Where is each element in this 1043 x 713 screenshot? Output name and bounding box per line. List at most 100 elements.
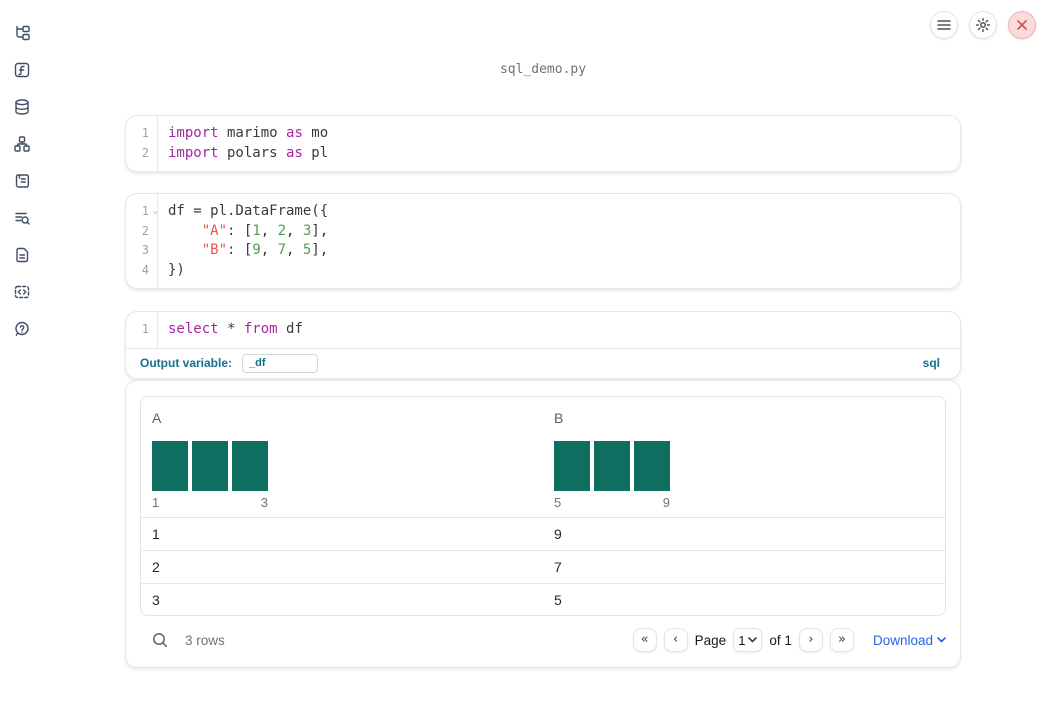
code-line[interactable]: }): [168, 261, 960, 281]
sidebar-item-documentation[interactable]: [13, 246, 31, 264]
sidebar-item-dependencies[interactable]: [13, 135, 31, 153]
notebook: 12 import marimo as mo import polars as p…: [125, 115, 961, 668]
axis-min-label: 1: [152, 494, 160, 510]
language-badge: sql: [922, 356, 940, 370]
output-variable-label: Output variable:: [140, 356, 233, 370]
column-histogram: 13: [152, 440, 268, 510]
last-page-button[interactable]: »: [829, 628, 854, 652]
line-number: 1 ⌄: [126, 202, 158, 222]
file-tree-icon: [16, 25, 30, 41]
table-cell: 1: [152, 525, 160, 542]
notebook-filename: sql_demo.py: [499, 62, 587, 77]
line-number: 3: [141, 243, 149, 257]
search-button[interactable]: [151, 631, 169, 649]
logs-search-icon: [15, 212, 30, 225]
histogram-bar[interactable]: [232, 440, 268, 491]
code-editor[interactable]: select * from df: [158, 312, 960, 348]
dependency-graph-icon: [14, 136, 30, 152]
sidebar-item-help[interactable]: [13, 320, 31, 338]
next-page-icon: ›: [808, 631, 814, 647]
chevron-down-icon: [937, 637, 946, 643]
prev-page-button[interactable]: ‹: [663, 628, 688, 652]
code-line[interactable]: df = pl.DataFrame({: [168, 202, 960, 222]
sidebar-item-file-explorer[interactable]: [13, 24, 31, 42]
search-icon: [153, 633, 167, 647]
axis-max-label: 9: [662, 494, 670, 510]
table-cell: 7: [554, 558, 562, 575]
prev-page-icon: ‹: [673, 631, 679, 647]
code-editor[interactable]: import marimo as mo import polars as pl: [158, 116, 960, 171]
sidebar-item-datasources[interactable]: [13, 98, 31, 116]
histogram-bars: [152, 440, 268, 491]
code-cell-imports[interactable]: 12 import marimo as mo import polars as p…: [125, 115, 961, 172]
download-button[interactable]: Download: [873, 633, 946, 648]
table-row[interactable]: 35: [141, 584, 945, 615]
window-controls: [930, 11, 1036, 39]
row-count-label: 3 rows: [185, 632, 225, 648]
code-line[interactable]: import marimo as mo: [168, 124, 960, 144]
help-icon: [15, 321, 29, 336]
table-cell: 9: [554, 525, 562, 542]
line-number: 1: [141, 322, 149, 336]
code-line[interactable]: "B": [9, 7, 5],: [168, 241, 960, 261]
first-page-icon: «: [640, 631, 649, 647]
axis-max-label: 3: [260, 494, 268, 510]
histogram-bar[interactable]: [554, 440, 590, 491]
histogram-bar[interactable]: [634, 440, 670, 491]
code-line[interactable]: "A": [1, 2, 3],: [168, 222, 960, 242]
gear-icon: [975, 17, 991, 33]
sql-cell-footer: Output variable: sql: [126, 349, 960, 378]
page-select[interactable]: 1: [733, 628, 763, 652]
page-select-value: 1: [738, 632, 746, 648]
chevron-down-icon: [748, 637, 758, 643]
document-icon: [16, 247, 29, 263]
function-icon: [14, 62, 30, 78]
code-snippets-icon: [14, 285, 30, 299]
code-editor[interactable]: df = pl.DataFrame({ "A": [1, 2, 3], "B":…: [158, 194, 960, 288]
fold-chevron-icon[interactable]: ⌄: [153, 202, 158, 222]
line-number-gutter: 12: [126, 116, 158, 171]
dataframe-table: A13B59 192735: [140, 395, 946, 616]
histogram-bar[interactable]: [192, 440, 228, 491]
table-column-header[interactable]: A13: [141, 410, 543, 517]
histogram-bar[interactable]: [594, 440, 630, 491]
histogram-bar[interactable]: [152, 440, 188, 491]
pagination: « ‹ Page 1 of 1 › » Download: [632, 628, 946, 652]
table-cell: 5: [554, 592, 562, 608]
axis-min-label: 5: [554, 494, 562, 510]
table-footer: 3 rows « ‹ Page 1 of 1 › » Download: [140, 622, 946, 659]
code-line[interactable]: import polars as pl: [168, 144, 960, 164]
column-histogram: 59: [554, 440, 670, 510]
sidebar-item-scratchpad[interactable]: [13, 172, 31, 190]
last-page-icon: »: [837, 631, 846, 647]
table-body: 192735: [141, 518, 945, 615]
line-number: 4: [141, 262, 149, 277]
first-page-button[interactable]: «: [632, 628, 657, 652]
table-cell: 2: [152, 558, 160, 575]
close-button[interactable]: [1008, 11, 1036, 39]
code-line[interactable]: select * from df: [168, 320, 960, 340]
sql-output-panel: A13B59 192735 3 rows « ‹ Page 1 of 1 › »…: [125, 379, 961, 668]
menu-button[interactable]: [930, 11, 958, 39]
sidebar-item-functions[interactable]: [13, 61, 31, 79]
code-cell-dataframe[interactable]: 1 ⌄ 2 3 4 df = pl.DataFrame({ "A": [1, 2, 3]…: [125, 193, 961, 289]
line-number: 2: [141, 223, 149, 238]
sql-cell[interactable]: 1 select * from df Output variable: sql: [125, 311, 961, 379]
column-name: B: [554, 409, 564, 426]
line-number: 1: [141, 126, 149, 140]
histogram-axis: 59: [554, 495, 670, 510]
line-number: 2: [141, 145, 149, 160]
table-header-row: A13B59: [141, 397, 945, 518]
next-page-button[interactable]: ›: [798, 628, 823, 652]
table-row[interactable]: 27: [141, 551, 945, 584]
table-cell: 3: [152, 592, 160, 608]
sidebar-item-logs[interactable]: [13, 209, 31, 227]
table-column-header[interactable]: B59: [543, 410, 945, 517]
table-row[interactable]: 19: [141, 518, 945, 551]
settings-button[interactable]: [969, 11, 997, 39]
histogram-axis: 13: [152, 495, 268, 510]
column-name: A: [152, 409, 162, 426]
histogram-bars: [554, 440, 670, 491]
output-variable-input[interactable]: [242, 353, 319, 373]
sidebar-item-snippets[interactable]: [13, 283, 31, 301]
